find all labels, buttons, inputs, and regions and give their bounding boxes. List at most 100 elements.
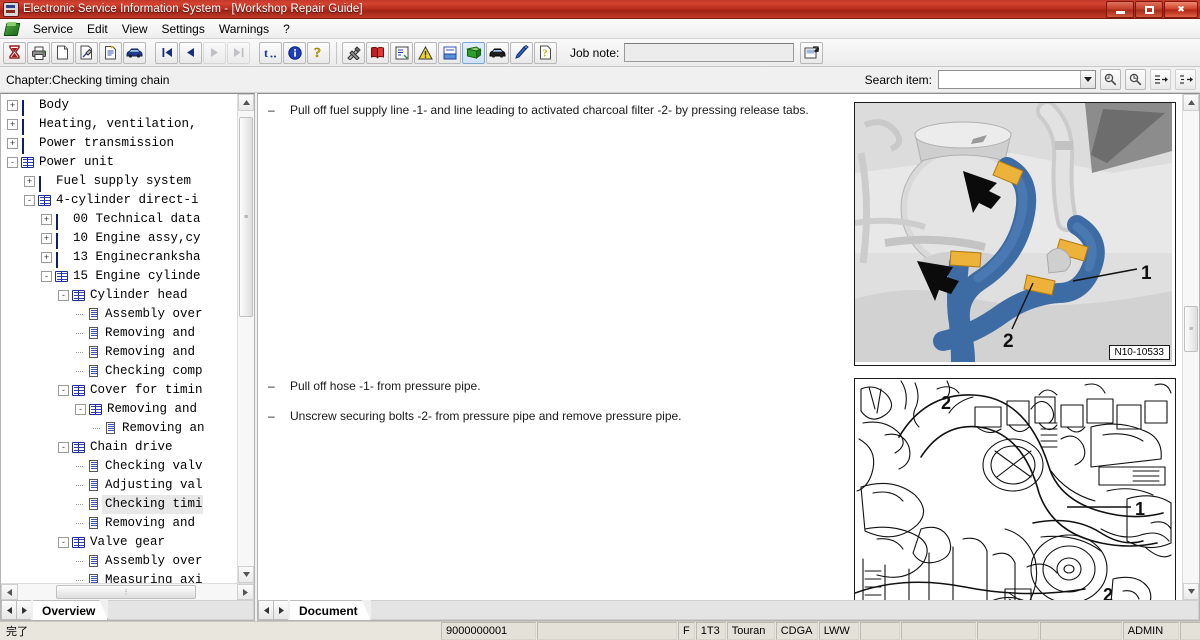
menu-settings[interactable]: Settings <box>155 20 212 38</box>
first-page-icon[interactable] <box>155 41 178 64</box>
tree-hscroll-thumb[interactable]: ⋮ <box>56 585 196 599</box>
archive-icon[interactable] <box>438 41 461 64</box>
tree-node[interactable]: - Cylinder head <box>1 286 237 305</box>
document-scroll-thumb[interactable]: ≡ <box>1184 306 1198 352</box>
document-scroll-up-button[interactable] <box>1183 94 1199 111</box>
tree-scroll-right-button[interactable] <box>237 584 254 600</box>
tree-hscroll-track[interactable]: ⋮ <box>18 584 237 600</box>
tree-node[interactable]: Removing an <box>1 419 237 438</box>
tree-tab-next-button[interactable] <box>16 600 31 620</box>
next-page-icon[interactable] <box>203 41 226 64</box>
tree-expand-icon[interactable]: + <box>7 138 18 149</box>
previous-page-icon[interactable] <box>179 41 202 64</box>
document-vertical-scrollbar[interactable]: ≡ <box>1182 94 1199 600</box>
tree-node[interactable]: Measuring axi <box>1 571 237 583</box>
tree-node[interactable]: Removing and <box>1 343 237 362</box>
tree-node[interactable]: - 15 Engine cylinde <box>1 267 237 286</box>
open-note-icon[interactable] <box>800 41 824 64</box>
tree-collapse-icon[interactable]: - <box>24 195 35 206</box>
text-tool-icon[interactable]: t <box>259 41 282 64</box>
document-tab-next-button[interactable] <box>273 600 288 620</box>
warning-icon[interactable] <box>414 41 437 64</box>
chevron-down-icon[interactable] <box>1080 71 1095 88</box>
tree-node[interactable]: - 4-cylinder direct-i <box>1 191 237 210</box>
tree-expand-icon[interactable]: + <box>24 176 35 187</box>
paint-icon[interactable] <box>510 41 533 64</box>
tree-scroll-up-button[interactable] <box>238 94 254 111</box>
tree-node[interactable]: + Heating, ventilation, <box>1 115 237 135</box>
search-prev-icon[interactable] <box>1100 69 1121 90</box>
car-icon[interactable] <box>486 41 509 64</box>
tree-collapse-icon[interactable]: - <box>58 290 69 301</box>
green-book-icon[interactable] <box>462 41 485 64</box>
tree-node[interactable]: +00 Technical data <box>1 210 237 230</box>
search-combo[interactable] <box>938 70 1096 89</box>
tree-scroll-down-button[interactable] <box>238 566 254 583</box>
navigation-tree[interactable]: + Body + Heating, ventilation, + Power transm… <box>1 94 237 583</box>
tree-node[interactable]: + Body <box>1 96 237 116</box>
tools-icon[interactable] <box>342 41 365 64</box>
last-page-icon[interactable] <box>227 41 250 64</box>
tree-node[interactable]: +13 Enginecranksha <box>1 248 237 268</box>
tab-document[interactable]: Document <box>290 600 371 620</box>
tree-node[interactable]: Assembly over <box>1 305 237 324</box>
tree-scroll-thumb[interactable]: ≡ <box>239 117 253 317</box>
tree-expand-icon[interactable]: + <box>41 214 52 225</box>
tree-node[interactable]: +10 Engine assy,cy <box>1 229 237 249</box>
new-document-icon[interactable] <box>51 41 74 64</box>
tree-node[interactable]: - Cover for timin <box>1 381 237 400</box>
document-tab-prev-button[interactable] <box>258 600 273 620</box>
expand-all-icon[interactable] <box>1150 69 1171 90</box>
vehicle-icon[interactable] <box>123 41 146 64</box>
tree-node[interactable]: Removing and <box>1 324 237 343</box>
tree-tab-prev-button[interactable] <box>1 600 16 620</box>
tree-collapse-icon[interactable]: - <box>58 537 69 548</box>
job-note-input[interactable] <box>624 43 795 62</box>
maximize-button[interactable] <box>1135 1 1163 18</box>
tree-scroll-track[interactable]: ≡ <box>238 111 254 566</box>
tree-horizontal-scrollbar[interactable]: ⋮ <box>1 583 254 600</box>
tree-node[interactable]: Assembly over <box>1 552 237 571</box>
tree-node[interactable]: - Chain drive <box>1 438 237 457</box>
exit-icon[interactable] <box>3 41 26 64</box>
menu-edit[interactable]: Edit <box>80 20 115 38</box>
print-icon[interactable] <box>27 41 50 64</box>
tree-node[interactable]: Removing and <box>1 514 237 533</box>
tree-node[interactable]: + Power transmission <box>1 134 237 154</box>
tree-collapse-icon[interactable]: - <box>41 271 52 282</box>
document-scroll-track[interactable]: ≡ <box>1183 111 1199 583</box>
search-next-icon[interactable] <box>1125 69 1146 90</box>
close-button[interactable]: ✖ <box>1164 1 1198 18</box>
tree-node[interactable]: Checking timi <box>1 494 237 515</box>
tree-expand-icon[interactable]: + <box>41 252 52 263</box>
document-scroll-down-button[interactable] <box>1183 583 1199 600</box>
menu-help[interactable]: ? <box>276 20 297 38</box>
tab-overview[interactable]: Overview <box>33 600 108 620</box>
properties-icon[interactable] <box>75 41 98 64</box>
help-page-icon[interactable]: ? <box>534 41 557 64</box>
red-book-icon[interactable] <box>366 41 389 64</box>
search-input[interactable] <box>939 70 1080 89</box>
menu-view[interactable]: View <box>115 20 155 38</box>
tree-expand-icon[interactable]: + <box>7 119 18 130</box>
tree-node[interactable]: - Valve gear <box>1 533 237 552</box>
tree-vertical-scrollbar[interactable]: ≡ <box>237 94 254 583</box>
tree-expand-icon[interactable]: + <box>7 100 18 111</box>
tree-collapse-icon[interactable]: - <box>58 442 69 453</box>
info-icon[interactable] <box>283 41 306 64</box>
tree-collapse-icon[interactable]: - <box>58 385 69 396</box>
tree-expand-icon[interactable]: + <box>41 233 52 244</box>
minimize-button[interactable] <box>1106 1 1134 18</box>
wiring-diagram-icon[interactable] <box>390 41 413 64</box>
tree-node[interactable]: - Removing and <box>1 400 237 419</box>
document-list-icon[interactable] <box>99 41 122 64</box>
tree-node[interactable]: Adjusting val <box>1 476 237 495</box>
menu-service[interactable]: Service <box>26 20 80 38</box>
tree-node[interactable]: + Fuel supply system <box>1 172 237 192</box>
tree-node[interactable]: Checking valv <box>1 457 237 476</box>
tree-node[interactable]: Checking comp <box>1 362 237 381</box>
tree-collapse-icon[interactable]: - <box>75 404 86 415</box>
tree-collapse-icon[interactable]: - <box>7 157 18 168</box>
menu-warnings[interactable]: Warnings <box>212 20 276 38</box>
help-icon[interactable]: ? <box>307 41 330 64</box>
